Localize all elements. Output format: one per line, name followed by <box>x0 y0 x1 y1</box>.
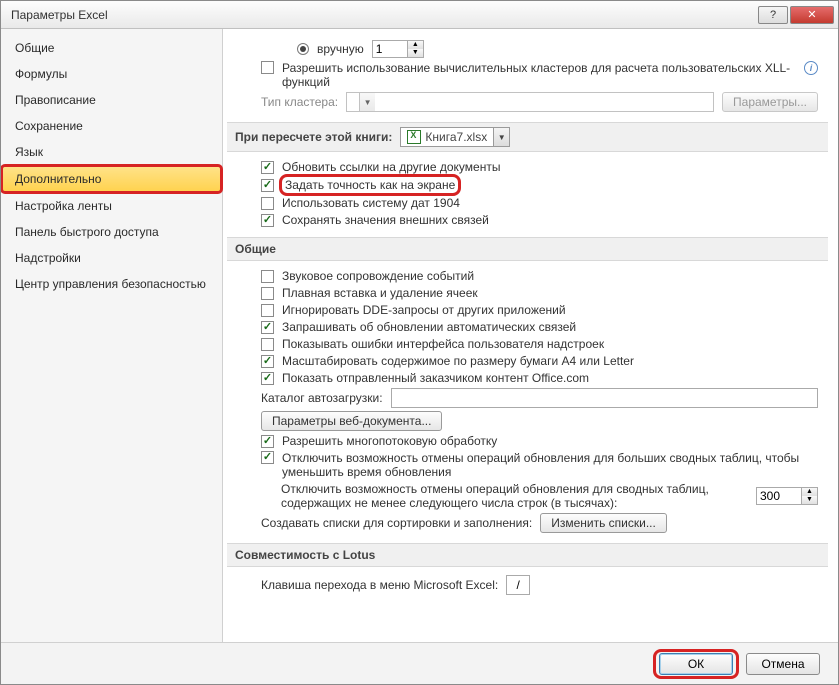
update-links-checkbox[interactable] <box>261 161 274 174</box>
ok-button[interactable]: ОК <box>659 653 733 675</box>
disable-undo-big-pivot-checkbox[interactable] <box>261 451 274 464</box>
dialog-footer: ОК Отмена <box>1 642 838 684</box>
section-recalc: При пересчете этой книги: Книга7.xlsx ▼ <box>227 122 828 152</box>
sound-checkbox[interactable] <box>261 270 274 283</box>
category-sidebar: Общие Формулы Правописание Сохранение Яз… <box>1 29 223 642</box>
window-title: Параметры Excel <box>11 8 756 22</box>
nav-qat[interactable]: Панель быстрого доступа <box>1 219 222 245</box>
update-links-label: Обновить ссылки на другие документы <box>282 160 500 174</box>
nav-language[interactable]: Язык <box>1 139 222 165</box>
date-1904-label: Использовать систему дат 1904 <box>282 196 460 210</box>
ignore-dde-checkbox[interactable] <box>261 304 274 317</box>
nav-addins[interactable]: Надстройки <box>1 245 222 271</box>
save-external-checkbox[interactable] <box>261 214 274 227</box>
sort-lists-label: Создавать списки для сортировки и заполн… <box>261 516 532 530</box>
close-button[interactable]: ✕ <box>790 6 834 24</box>
lotus-key-input[interactable] <box>506 575 530 595</box>
info-icon[interactable]: i <box>804 61 818 75</box>
edit-lists-button[interactable]: Изменить списки... <box>540 513 667 533</box>
section-general: Общие <box>227 237 828 261</box>
nav-trust-center[interactable]: Центр управления безопасностью <box>1 271 222 297</box>
chevron-down-icon[interactable]: ▼ <box>493 128 509 146</box>
options-content: вручную ▲▼ Разрешить использование вычис… <box>223 29 838 642</box>
nav-advanced[interactable]: Дополнительно <box>1 165 222 193</box>
multithread-checkbox[interactable] <box>261 435 274 448</box>
autoload-label: Каталог автозагрузки: <box>261 391 383 405</box>
calc-manual-radio[interactable] <box>297 43 309 55</box>
ask-update-links-checkbox[interactable] <box>261 321 274 334</box>
workbook-combo[interactable]: Книга7.xlsx ▼ <box>400 127 510 147</box>
scale-a4-checkbox[interactable] <box>261 355 274 368</box>
excel-file-icon <box>407 130 421 144</box>
cluster-type-combo: ▼ <box>346 92 714 112</box>
allow-xll-checkbox[interactable] <box>261 61 274 74</box>
calc-manual-label: вручную <box>317 42 364 56</box>
nav-save[interactable]: Сохранение <box>1 113 222 139</box>
nav-formulas[interactable]: Формулы <box>1 61 222 87</box>
cluster-params-button: Параметры... <box>722 92 818 112</box>
nav-proofing[interactable]: Правописание <box>1 87 222 113</box>
cancel-button[interactable]: Отмена <box>746 653 820 675</box>
smooth-insert-checkbox[interactable] <box>261 287 274 300</box>
precision-as-displayed-checkbox[interactable] <box>261 179 274 192</box>
undo-pivot-rows-spinner[interactable]: ▲▼ <box>756 487 818 505</box>
autoload-path-input[interactable] <box>391 388 818 408</box>
titlebar: Параметры Excel ? ✕ <box>1 1 838 29</box>
office-com-content-checkbox[interactable] <box>261 372 274 385</box>
web-document-params-button[interactable]: Параметры веб-документа... <box>261 411 442 431</box>
calc-manual-value[interactable] <box>372 40 408 58</box>
section-lotus: Совместимость с Lotus <box>227 543 828 567</box>
cluster-type-label: Тип кластера: <box>261 95 338 109</box>
excel-options-dialog: Параметры Excel ? ✕ Общие Формулы Правоп… <box>0 0 839 685</box>
nav-customize-ribbon[interactable]: Настройка ленты <box>1 193 222 219</box>
show-addin-errors-checkbox[interactable] <box>261 338 274 351</box>
allow-xll-label: Разрешить использование вычислительных к… <box>282 61 796 89</box>
precision-as-displayed-label: Задать точность как на экране <box>282 177 458 193</box>
undo-pivot-rows-label: Отключить возможность отмены операций об… <box>281 482 748 510</box>
calc-manual-spinner[interactable]: ▲▼ <box>372 40 424 58</box>
date-1904-checkbox[interactable] <box>261 197 274 210</box>
help-button[interactable]: ? <box>758 6 788 24</box>
save-external-label: Сохранять значения внешних связей <box>282 213 489 227</box>
undo-pivot-rows-value[interactable] <box>756 487 802 505</box>
nav-general[interactable]: Общие <box>1 35 222 61</box>
lotus-key-label: Клавиша перехода в меню Microsoft Excel: <box>261 578 498 592</box>
